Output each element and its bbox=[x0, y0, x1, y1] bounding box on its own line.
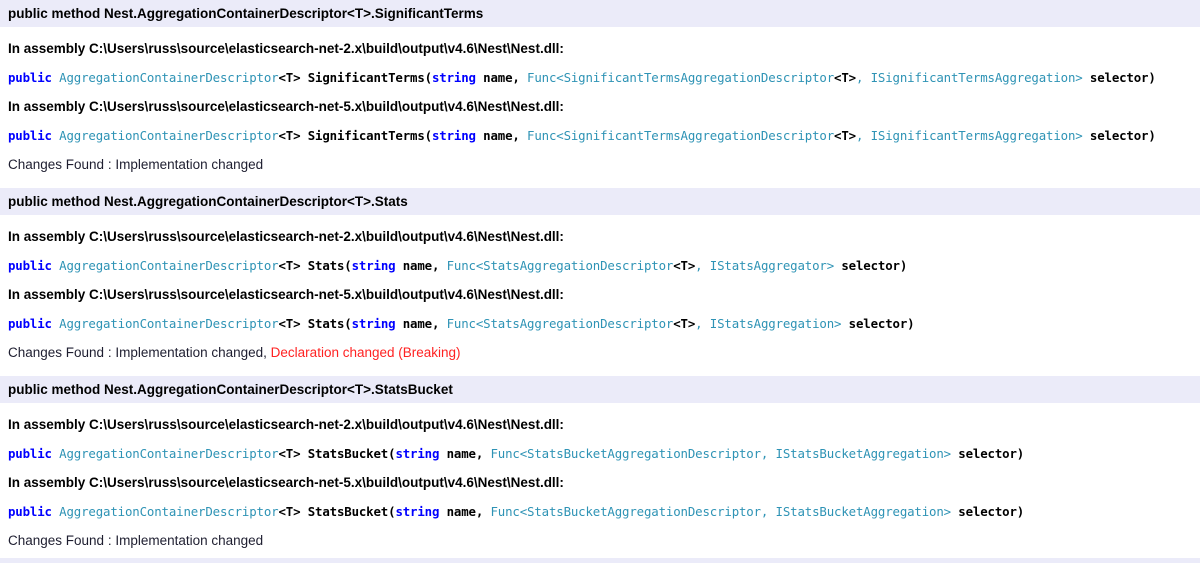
method-signature-old: public AggregationContainerDescriptor<T>… bbox=[0, 439, 1200, 468]
method-header-bar: public method Nest.AggregationContainerD… bbox=[0, 188, 1200, 215]
method-signature-new: public AggregationContainerDescriptor<T>… bbox=[0, 497, 1200, 526]
method-signature-new: public AggregationContainerDescriptor<T>… bbox=[0, 309, 1200, 338]
changes-found-line: Changes Found : Implementation changed, … bbox=[0, 338, 1200, 367]
assembly-path-new: In assembly C:\Users\russ\source\elastic… bbox=[0, 92, 1200, 121]
method-signature-old: public AggregationContainerDescriptor<T>… bbox=[0, 251, 1200, 280]
method-header-bar: public method Nest.AggregationContainerD… bbox=[0, 376, 1200, 403]
assembly-path-new: In assembly C:\Users\russ\source\elastic… bbox=[0, 280, 1200, 309]
assembly-path-new: In assembly C:\Users\russ\source\elastic… bbox=[0, 468, 1200, 497]
assembly-path-old: In assembly C:\Users\russ\source\elastic… bbox=[0, 34, 1200, 63]
assembly-path-old: In assembly C:\Users\russ\source\elastic… bbox=[0, 222, 1200, 251]
method-signature-new: public AggregationContainerDescriptor<T>… bbox=[0, 121, 1200, 150]
method-signature-old: public AggregationContainerDescriptor<T>… bbox=[0, 63, 1200, 92]
section-body: In assembly C:\Users\russ\source\elastic… bbox=[0, 215, 1200, 367]
method-diff-section-statsbucket: public method Nest.AggregationContainerD… bbox=[0, 376, 1200, 555]
section-body: In assembly C:\Users\russ\source\elastic… bbox=[0, 403, 1200, 555]
diff-report: public method Nest.AggregationContainerD… bbox=[0, 0, 1200, 563]
method-header-bar: public method Nest.AggregationContainerD… bbox=[0, 0, 1200, 27]
assembly-path-old: In assembly C:\Users\russ\source\elastic… bbox=[0, 410, 1200, 439]
next-section-header-bar-partial bbox=[0, 558, 1200, 563]
method-title: public method Nest.AggregationContainerD… bbox=[8, 382, 453, 397]
changes-found-line: Changes Found : Implementation changed bbox=[0, 150, 1200, 179]
changes-found-line: Changes Found : Implementation changed bbox=[0, 526, 1200, 555]
method-diff-section-significantterms: public method Nest.AggregationContainerD… bbox=[0, 0, 1200, 179]
method-diff-section-stats: public method Nest.AggregationContainerD… bbox=[0, 188, 1200, 367]
section-body: In assembly C:\Users\russ\source\elastic… bbox=[0, 27, 1200, 179]
method-title: public method Nest.AggregationContainerD… bbox=[8, 194, 408, 209]
method-title: public method Nest.AggregationContainerD… bbox=[8, 6, 483, 21]
